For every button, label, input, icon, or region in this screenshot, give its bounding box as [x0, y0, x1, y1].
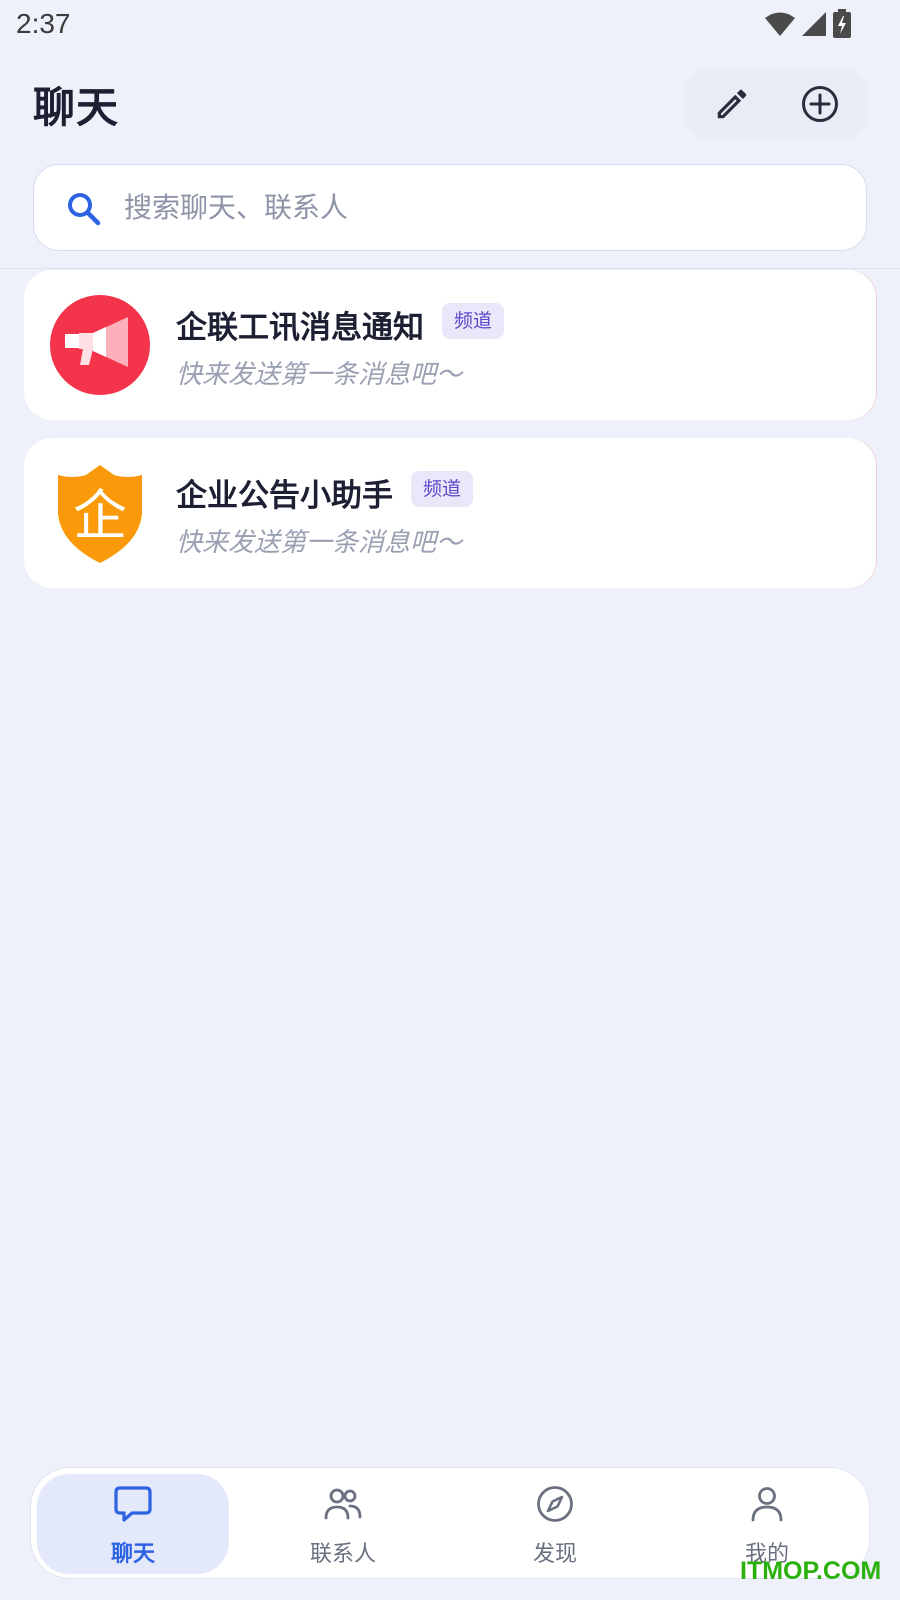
signal-icon — [802, 12, 826, 36]
wifi-icon — [765, 12, 795, 36]
chat-title: 企业公告小助手 — [176, 478, 393, 514]
watermark-text: ITMOP.COM — [740, 1557, 882, 1585]
channel-badge: 频道 — [411, 471, 474, 507]
nav-label: 发现 — [532, 1542, 577, 1567]
contacts-icon — [324, 1488, 362, 1520]
chat-bubble-icon — [114, 1486, 152, 1522]
shield-icon: 企 — [58, 465, 142, 563]
nav-label: 联系人 — [309, 1542, 376, 1567]
person-icon — [751, 1487, 783, 1522]
search-box[interactable] — [33, 164, 867, 251]
chat-preview: 快来发送第一条消息吧〜 — [176, 528, 463, 558]
plus-circle-icon — [802, 86, 838, 122]
status-icons — [764, 9, 852, 39]
nav-label: 聊天 — [110, 1542, 155, 1567]
page-title: 聊天 — [33, 83, 120, 132]
battery-icon — [833, 9, 851, 38]
megaphone-icon — [50, 295, 150, 395]
header-divider — [0, 268, 900, 269]
pencil-icon — [717, 89, 747, 119]
nav-tab-contacts[interactable]: 联系人 — [247, 1474, 439, 1574]
search-icon — [68, 193, 101, 226]
search-input[interactable] — [124, 165, 844, 249]
edit-button[interactable] — [710, 82, 754, 126]
nav-tab-chat[interactable]: 聊天 — [37, 1474, 229, 1574]
chat-item-notifications[interactable]: 企联工讯消息通知 频道 快来发送第一条消息吧〜 — [24, 270, 876, 420]
add-button[interactable] — [798, 82, 842, 126]
compass-icon — [537, 1486, 573, 1522]
shield-char: 企 — [73, 484, 127, 547]
status-bar: 2:37 — [0, 0, 900, 50]
chat-preview: 快来发送第一条消息吧〜 — [176, 360, 463, 390]
chat-title: 企联工讯消息通知 — [176, 310, 424, 346]
chat-item-announcements[interactable]: 企 企业公告小助手 频道 快来发送第一条消息吧〜 — [24, 438, 876, 588]
nav-tab-discover[interactable]: 发现 — [459, 1474, 651, 1574]
header-actions — [684, 68, 868, 140]
status-time: 2:37 — [16, 8, 71, 39]
chat-screen: 2:37 聊天 搜索聊天、联系人 企联工讯消息通知 频道 快来发送第一条消息吧〜… — [0, 0, 900, 1600]
channel-badge: 频道 — [442, 303, 505, 339]
